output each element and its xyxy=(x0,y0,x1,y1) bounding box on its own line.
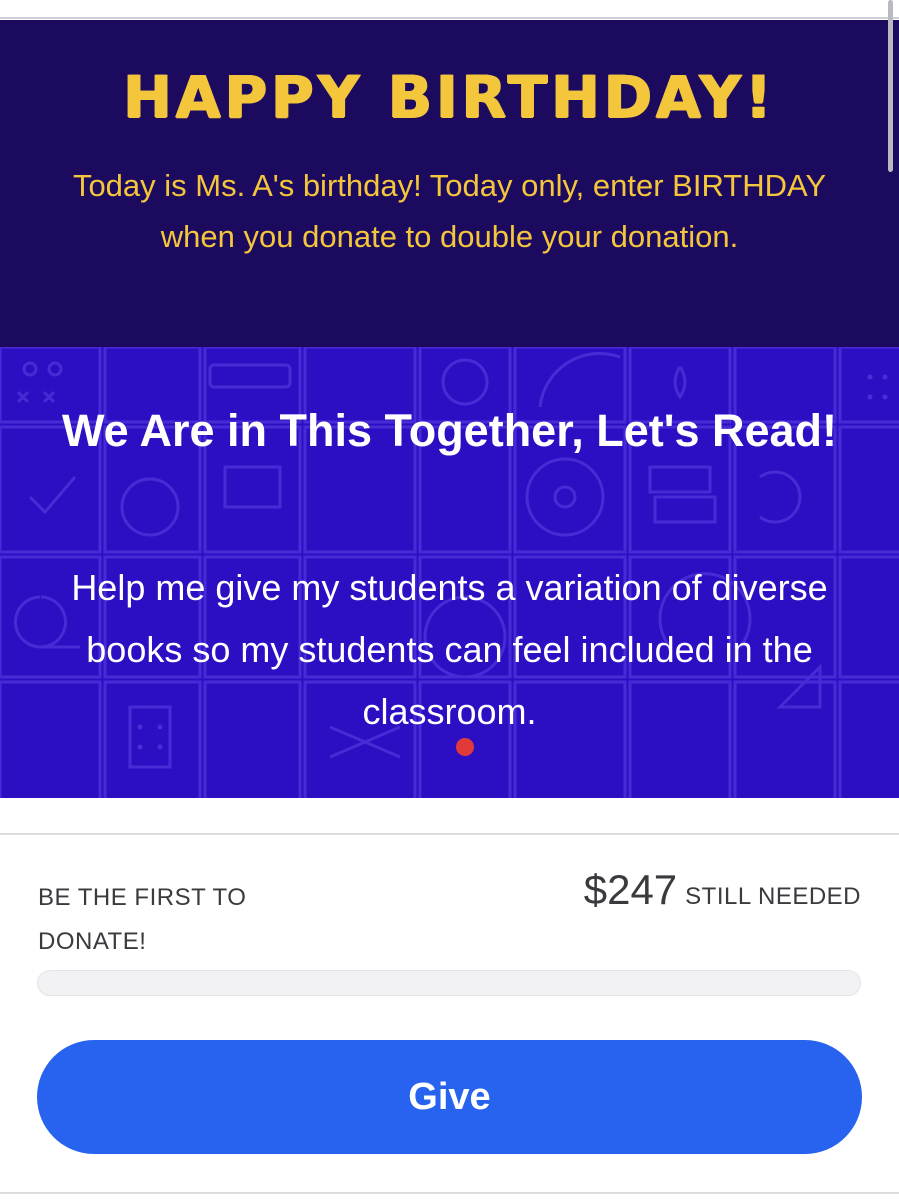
amount-needed-value: $247 xyxy=(583,866,678,913)
section-divider xyxy=(0,833,899,835)
first-donor-label: BE THE FIRST TO DONATE! xyxy=(38,884,247,955)
give-button[interactable]: Give xyxy=(37,1040,862,1154)
donation-progress-bar xyxy=(37,970,861,996)
page-scrollbar[interactable] xyxy=(888,0,893,172)
birthday-title: HAPPY BIRTHDAY! xyxy=(123,63,776,131)
top-divider xyxy=(0,17,899,19)
birthday-message: Today is Ms. A's birthday! Today only, e… xyxy=(72,168,827,254)
project-description: Help me give my students a variation of … xyxy=(71,567,828,732)
project-hero: We Are in This Together, Let's Read! Hel… xyxy=(0,347,899,798)
bottom-divider xyxy=(0,1192,899,1194)
birthday-banner: HAPPY BIRTHDAY! Today is Ms. A's birthda… xyxy=(0,20,899,347)
project-title: We Are in This Together, Let's Read! xyxy=(62,405,837,456)
amount-needed-label: STILL NEEDED xyxy=(685,883,861,910)
amount-needed: $247 STILL NEEDED xyxy=(584,866,861,914)
donation-page: HAPPY BIRTHDAY! Today is Ms. A's birthda… xyxy=(0,0,899,1200)
